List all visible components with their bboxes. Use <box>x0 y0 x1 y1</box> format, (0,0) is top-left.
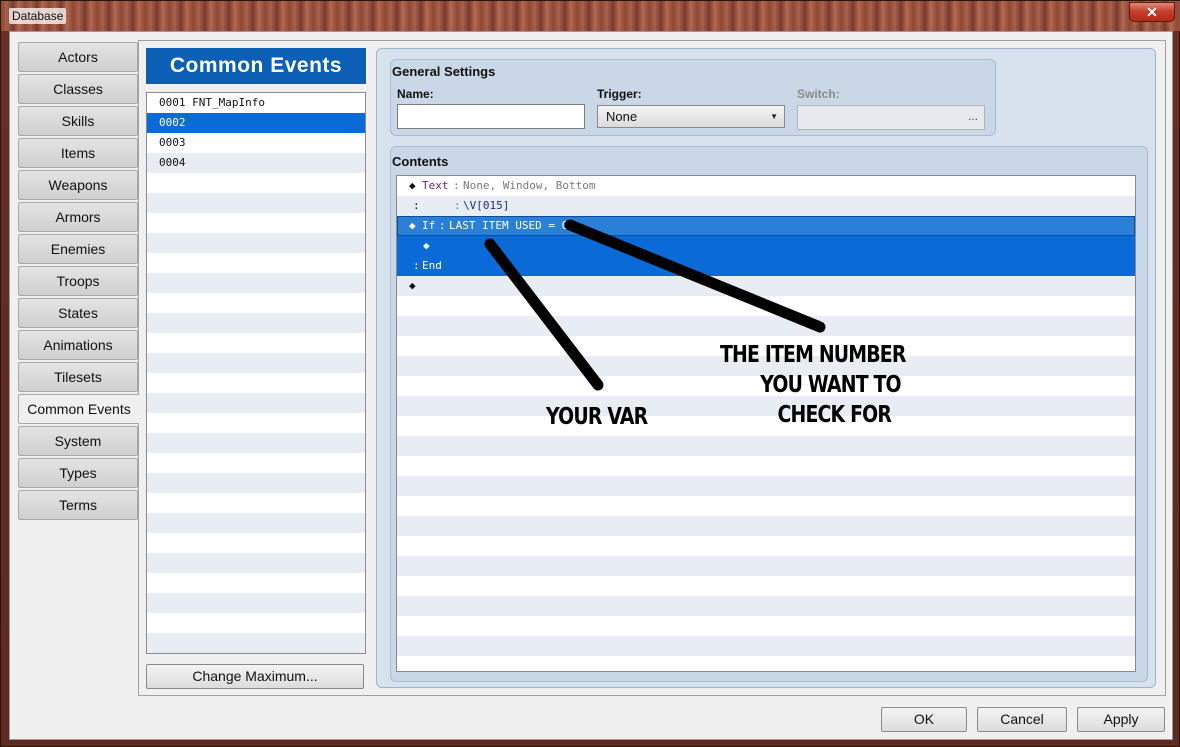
tab-armors[interactable]: Armors <box>18 202 138 232</box>
client-area: Actors Classes Skills Items Weapons Armo… <box>9 31 1173 740</box>
tab-common-events[interactable]: Common Events <box>18 394 140 424</box>
command-keyword: If <box>422 219 436 232</box>
general-settings-title: General Settings <box>392 64 496 79</box>
command-separator: : <box>454 199 461 212</box>
list-item[interactable]: 0001 FNT_MapInfo <box>147 93 365 113</box>
event-row-text[interactable]: ◆ Text : None, Window, Bottom <box>397 176 1135 196</box>
tab-tilesets[interactable]: Tilesets <box>18 362 138 392</box>
trigger-select[interactable]: None ▼ <box>597 105 785 128</box>
tab-animations[interactable]: Animations <box>18 330 138 360</box>
contents-title: Contents <box>392 154 449 169</box>
tab-skills[interactable]: Skills <box>18 106 138 136</box>
command-keyword: Text <box>422 179 449 192</box>
text-body: \V[015] <box>463 199 510 212</box>
tab-enemies[interactable]: Enemies <box>18 234 138 264</box>
name-label: Name: <box>397 87 434 101</box>
tab-items[interactable]: Items <box>18 138 138 168</box>
common-events-header: Common Events <box>146 48 366 84</box>
tab-states[interactable]: States <box>18 298 138 328</box>
tab-troops[interactable]: Troops <box>18 266 138 296</box>
switch-label: Switch: <box>797 87 840 101</box>
cancel-button[interactable]: Cancel <box>977 707 1067 732</box>
tab-system[interactable]: System <box>18 426 138 456</box>
if-condition: LAST ITEM USED = 0 <box>449 219 569 232</box>
ok-button[interactable]: OK <box>881 707 967 732</box>
event-row-empty[interactable]: ◆ <box>397 276 1135 296</box>
switch-ellipsis-button: ... <box>967 109 978 123</box>
diamond-icon: ◆ <box>409 219 416 232</box>
database-window: Database ✕ Actors Classes Skills Items W… <box>0 0 1180 747</box>
switch-field: ... <box>797 105 985 130</box>
command-separator: : <box>439 219 446 232</box>
list-item[interactable]: 0004 <box>147 153 365 173</box>
event-row-end[interactable]: : End <box>397 256 1135 276</box>
diamond-icon: ◆ <box>423 239 430 252</box>
trigger-value: None <box>606 109 638 124</box>
trigger-label: Trigger: <box>597 87 642 101</box>
diamond-icon: ◆ <box>409 179 416 192</box>
tab-weapons[interactable]: Weapons <box>18 170 138 200</box>
name-input[interactable] <box>397 104 585 129</box>
list-item-selected[interactable]: 0002 <box>147 113 365 133</box>
command-params: None, Window, Bottom <box>463 179 596 192</box>
tab-actors[interactable]: Actors <box>18 42 138 72</box>
event-row-if[interactable]: ◆ If : LAST ITEM USED = 0 <box>397 216 1135 236</box>
row-lead: : <box>413 199 420 212</box>
window-title: Database <box>9 8 67 24</box>
command-separator: : <box>453 179 460 192</box>
event-row-text-body[interactable]: : : \V[015] <box>397 196 1135 216</box>
title-bar[interactable]: Database ✕ <box>1 1 1180 31</box>
command-keyword: End <box>422 259 442 272</box>
tab-terms[interactable]: Terms <box>18 490 138 520</box>
close-icon: ✕ <box>1146 4 1158 20</box>
event-row-if-body[interactable]: ◆ <box>397 236 1135 256</box>
database-tabs: Actors Classes Skills Items Weapons Armo… <box>18 42 140 522</box>
annotation-item-number: THE ITEM NUMBER YOU WANT TO CHECK FOR <box>720 342 906 428</box>
tab-classes[interactable]: Classes <box>18 74 138 104</box>
diamond-icon: ◆ <box>409 279 416 292</box>
apply-button[interactable]: Apply <box>1077 707 1165 732</box>
list-item[interactable]: 0003 <box>147 133 365 153</box>
annotation-your-var: YOUR VAR <box>546 404 648 430</box>
chevron-down-icon: ▼ <box>770 112 778 121</box>
common-events-list[interactable]: 0001 FNT_MapInfo 0002 0003 0004 <box>146 92 366 654</box>
close-button[interactable]: ✕ <box>1129 2 1175 22</box>
row-lead: : <box>413 259 420 272</box>
tab-types[interactable]: Types <box>18 458 138 488</box>
change-maximum-button[interactable]: Change Maximum... <box>146 664 364 689</box>
